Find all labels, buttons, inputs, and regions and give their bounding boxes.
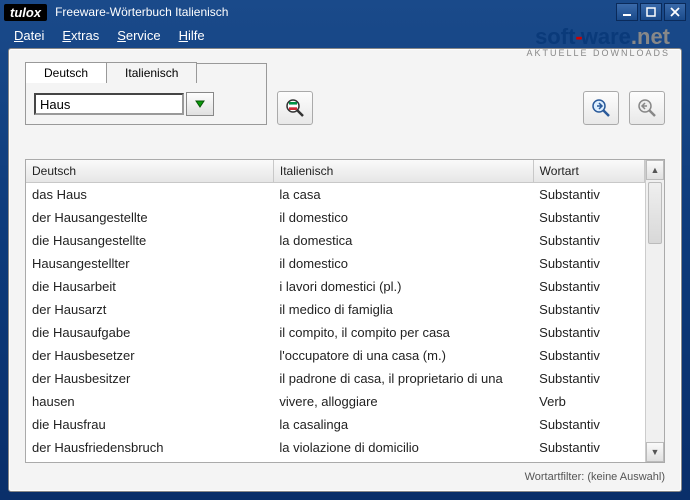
- table-row[interactable]: der Hausarztil medico di famigliaSubstan…: [26, 298, 645, 321]
- client-area: Deutsch Italienisch: [8, 48, 682, 492]
- cell-wa: Substantiv: [533, 229, 644, 252]
- menu-extras[interactable]: Extras: [54, 26, 107, 45]
- magnifier-flag-icon: [284, 97, 306, 119]
- menu-service[interactable]: Service: [109, 26, 168, 45]
- cell-de: die Hausfrau: [26, 413, 273, 436]
- cell-de: Hausangestellter: [26, 252, 273, 275]
- table-row[interactable]: die Hausarbeiti lavori domestici (pl.)Su…: [26, 275, 645, 298]
- table-row[interactable]: hausenvivere, alloggiareVerb: [26, 390, 645, 413]
- results-grid: Deutsch Italienisch Wortart das Hausla c…: [25, 159, 665, 463]
- lookup-button[interactable]: [277, 91, 313, 125]
- title-bar: tulox Freeware-Wörterbuch Italienisch: [0, 0, 690, 24]
- arrow-down-icon: [193, 97, 207, 111]
- cell-it: la violazione di domicilio: [273, 436, 533, 459]
- cell-it: il domestico: [273, 252, 533, 275]
- cell-wa: Substantiv: [533, 298, 644, 321]
- scroll-up-button[interactable]: ▲: [646, 160, 664, 180]
- menu-hilfe[interactable]: Hilfe: [171, 26, 213, 45]
- cell-wa: Substantiv: [533, 275, 644, 298]
- status-bar: Wortartfilter: (keine Auswahl): [25, 471, 665, 483]
- cell-de: der Hausfriedensbruch: [26, 436, 273, 459]
- cell-wa: Substantiv: [533, 367, 644, 390]
- col-header-italienisch[interactable]: Italienisch: [273, 160, 533, 183]
- vertical-scrollbar[interactable]: ▲ ▼: [645, 160, 664, 462]
- cell-wa: Verb: [533, 390, 644, 413]
- table-row[interactable]: die Hausaufgabeil compito, il compito pe…: [26, 321, 645, 344]
- app-brand: tulox: [4, 4, 47, 21]
- tab-italienisch[interactable]: Italienisch: [106, 62, 197, 83]
- cell-it: vivere, alloggiare: [273, 390, 533, 413]
- cell-de: die Hausaufgabe: [26, 321, 273, 344]
- search-dropdown-button[interactable]: [186, 92, 214, 116]
- cell-it: l'occupatore di una casa (m.): [273, 344, 533, 367]
- minimize-button[interactable]: [616, 3, 638, 21]
- cell-wa: Substantiv: [533, 206, 644, 229]
- cell-it: la domestica: [273, 229, 533, 252]
- cell-de: die Hausarbeit: [26, 275, 273, 298]
- cell-wa: Substantiv: [533, 321, 644, 344]
- table-row[interactable]: das Hausla casaSubstantiv: [26, 183, 645, 207]
- cell-de: der Hausbesetzer: [26, 344, 273, 367]
- close-button[interactable]: [664, 3, 686, 21]
- cell-de: der Hausbesitzer: [26, 367, 273, 390]
- cell-it: la casalinga: [273, 413, 533, 436]
- col-header-deutsch[interactable]: Deutsch: [26, 160, 273, 183]
- scroll-thumb[interactable]: [648, 182, 662, 244]
- menu-bar: Datei Extras Service Hilfe: [0, 24, 690, 46]
- table-row[interactable]: der Hausangestellteil domesticoSubstanti…: [26, 206, 645, 229]
- col-header-wortart[interactable]: Wortart: [533, 160, 644, 183]
- scroll-down-button[interactable]: ▼: [646, 442, 664, 462]
- search-input[interactable]: [34, 93, 184, 115]
- cell-it: il medico di famiglia: [273, 298, 533, 321]
- cell-de: die Hausangestellte: [26, 229, 273, 252]
- cell-de: das Haus: [26, 183, 273, 207]
- toolbar: Deutsch Italienisch: [9, 49, 681, 135]
- window-controls: [616, 3, 686, 21]
- menu-datei[interactable]: Datei: [6, 26, 52, 45]
- table-row[interactable]: der Hausbesitzeril padrone di casa, il p…: [26, 367, 645, 390]
- table-row[interactable]: die Hausangestelltela domesticaSubstanti…: [26, 229, 645, 252]
- scroll-track[interactable]: [646, 246, 664, 442]
- cell-it: i lavori domestici (pl.): [273, 275, 533, 298]
- cell-wa: Substantiv: [533, 252, 644, 275]
- app-window: tulox Freeware-Wörterbuch Italienisch Da…: [0, 0, 690, 500]
- cell-wa: Substantiv: [533, 344, 644, 367]
- cell-it: il compito, il compito per casa: [273, 321, 533, 344]
- cell-de: der Hausangestellte: [26, 206, 273, 229]
- cell-wa: Substantiv: [533, 183, 644, 207]
- table-row[interactable]: der Hausfriedensbruchla violazione di do…: [26, 436, 645, 459]
- magnifier-right-icon: [590, 97, 612, 119]
- table-row[interactable]: die Hausfraula casalingaSubstantiv: [26, 413, 645, 436]
- search-backward-button[interactable]: [629, 91, 665, 125]
- tab-deutsch[interactable]: Deutsch: [25, 62, 107, 83]
- language-tabbox: Deutsch Italienisch: [25, 63, 267, 125]
- search-forward-button[interactable]: [583, 91, 619, 125]
- window-title: Freeware-Wörterbuch Italienisch: [55, 5, 228, 19]
- cell-it: il padrone di casa, il proprietario di u…: [273, 367, 533, 390]
- cell-it: la casa: [273, 183, 533, 207]
- table-row[interactable]: Hausangestellteril domesticoSubstantiv: [26, 252, 645, 275]
- table-row[interactable]: der Hausbesetzerl'occupatore di una casa…: [26, 344, 645, 367]
- cell-de: der Hausarzt: [26, 298, 273, 321]
- cell-de: hausen: [26, 390, 273, 413]
- cell-wa: Substantiv: [533, 413, 644, 436]
- maximize-button[interactable]: [640, 3, 662, 21]
- cell-wa: Substantiv: [533, 436, 644, 459]
- cell-it: il domestico: [273, 206, 533, 229]
- magnifier-left-icon: [636, 97, 658, 119]
